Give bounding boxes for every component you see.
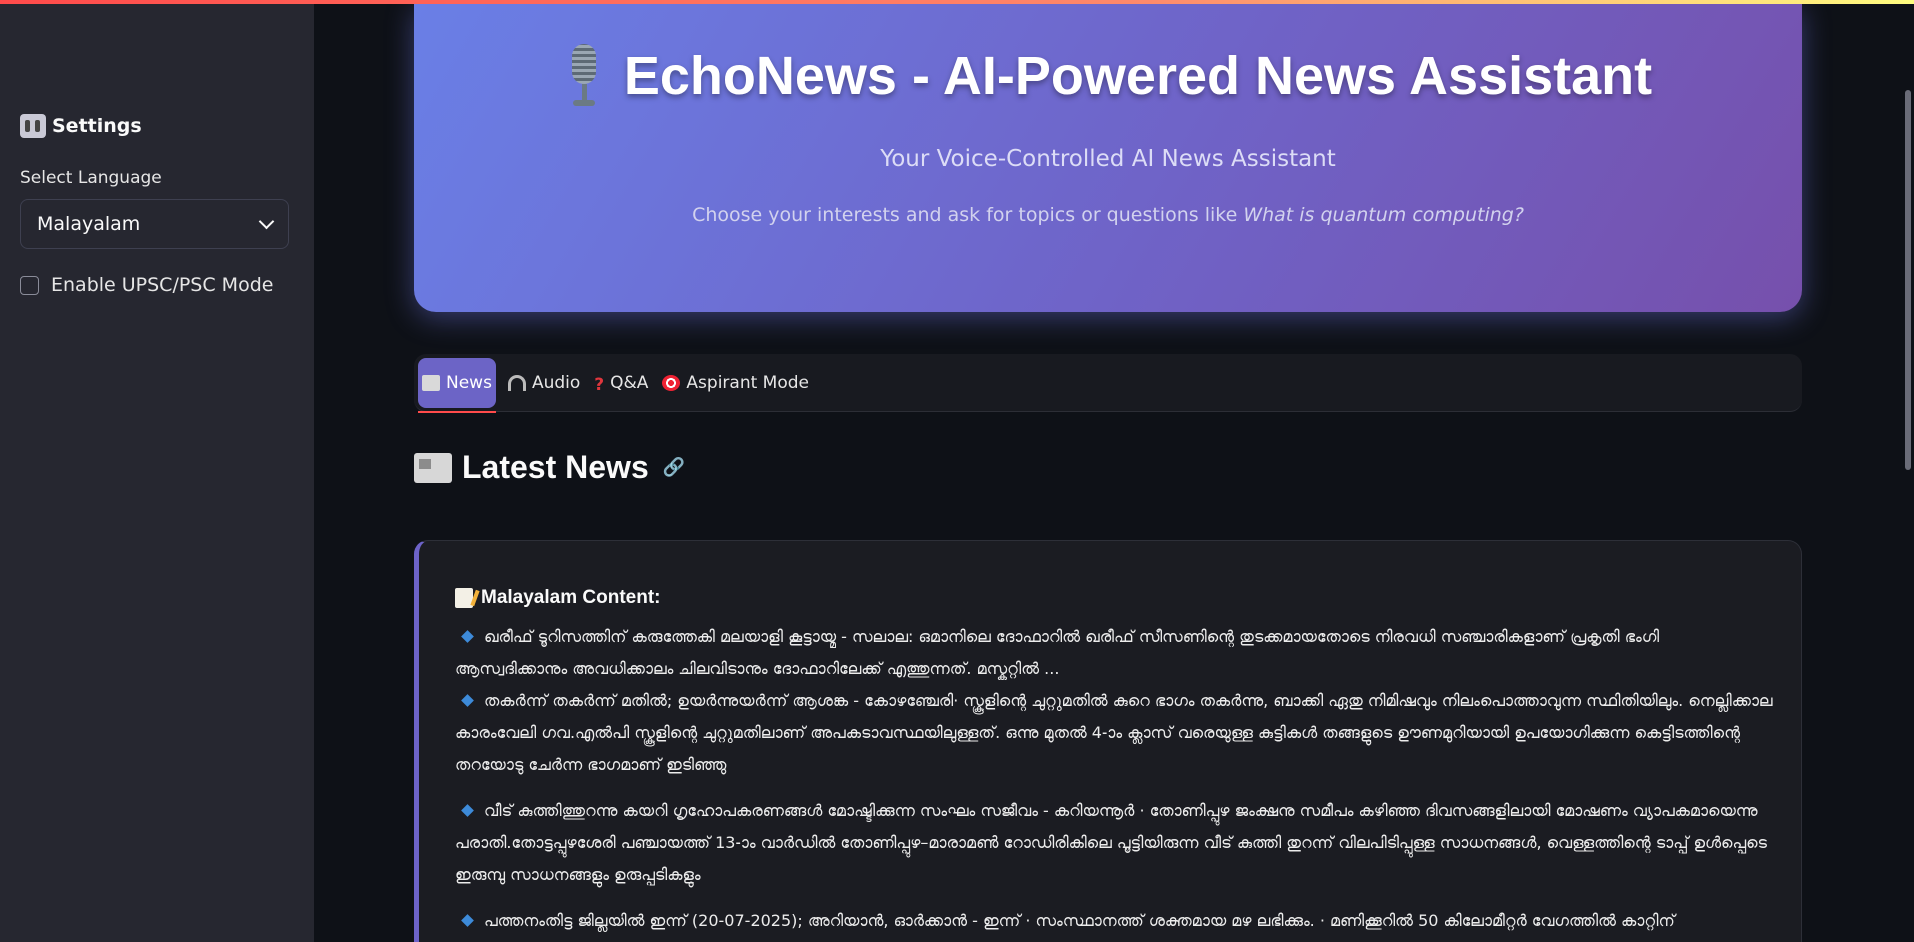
bullet-diamond-icon (461, 630, 474, 643)
question-icon: ? (594, 374, 605, 395)
microphone-icon (564, 44, 604, 108)
tab-aspirant-mode[interactable]: Aspirant Mode (660, 358, 811, 408)
tab-aspirant-mode-label: Aspirant Mode (686, 372, 809, 393)
main-content: EchoNews - AI-Powered News Assistant You… (314, 4, 1914, 942)
card-heading-text: Malayalam Content: (481, 587, 661, 608)
bullet-diamond-icon (461, 694, 474, 707)
news-item-text: ഖരീഫ് ടൂറിസത്തിന് കരുത്തേകി മലയാളി കൂട്ട… (455, 627, 1660, 678)
bullet-diamond-icon (461, 804, 474, 817)
newspaper-icon (422, 374, 440, 391)
tab-audio[interactable]: Audio (506, 358, 582, 408)
hero-banner: EchoNews - AI-Powered News Assistant You… (414, 4, 1802, 312)
language-selected-value: Malayalam (37, 213, 141, 235)
tab-news[interactable]: News (418, 357, 496, 413)
news-card: Malayalam Content: ഖരീഫ് ടൂറിസത്തിന് കരു… (414, 540, 1802, 942)
page-title-text: EchoNews - AI-Powered News Assistant (623, 46, 1653, 106)
upsc-mode-label: Enable UPSC/PSC Mode (51, 274, 274, 296)
chevron-down-icon (258, 213, 275, 229)
list-item: വീട് കുത്തിത്തുറന്നു കയറി ഗൃഹോപകരണങ്ങൾ മ… (455, 795, 1775, 891)
scrollbar[interactable] (1902, 4, 1914, 942)
tab-bar: News Audio ? Q&A Aspirant Mode (414, 354, 1802, 413)
list-item: തകർന്ന് തകർന്ന് മതിൽ; ഉയർന്നുയർന്ന് ആശങ്… (455, 685, 1775, 781)
language-select[interactable]: Malayalam (20, 199, 289, 249)
link-icon[interactable]: 🔗 (663, 457, 685, 478)
memo-icon (455, 588, 473, 608)
hero-description-text: Choose your interests and ask for topics… (692, 204, 1244, 226)
tab-qa[interactable]: ? Q&A (592, 358, 650, 408)
news-item-text: പത്തനംതിട്ട ജില്ലയിൽ ഇന്ന് (20-07-2025);… (484, 911, 1675, 930)
hero-description: Choose your interests and ask for topics… (414, 204, 1802, 226)
news-item-text: വീട് കുത്തിത്തുറന്നു കയറി ഗൃഹോപകരണങ്ങൾ മ… (455, 801, 1767, 884)
bullet-diamond-icon (461, 914, 474, 927)
headphones-icon (507, 374, 526, 391)
language-label: Select Language (20, 168, 162, 188)
hero-subtitle: Your Voice-Controlled AI News Assistant (880, 146, 1336, 172)
tab-audio-label: Audio (531, 372, 581, 393)
news-list: ഖരീഫ് ടൂറിസത്തിന് കരുത്തേകി മലയാളി കൂട്ട… (455, 621, 1775, 937)
newspaper-icon (414, 452, 452, 483)
sidebar-title-text: Settings (52, 115, 142, 137)
upsc-mode-toggle[interactable]: Enable UPSC/PSC Mode (20, 274, 273, 296)
sidebar-title: Settings (20, 114, 142, 138)
card-heading: Malayalam Content: (455, 587, 660, 609)
target-icon (662, 374, 681, 391)
scrollbar-thumb[interactable] (1905, 90, 1911, 470)
section-heading-text: Latest News (462, 449, 649, 485)
list-item: പത്തനംതിട്ട ജില്ലയിൽ ഇന്ന് (20-07-2025);… (455, 905, 1775, 937)
tab-news-label: News (446, 372, 492, 393)
control-knobs-icon (20, 114, 46, 138)
upsc-mode-checkbox[interactable] (20, 275, 39, 295)
list-item: ഖരീഫ് ടൂറിസത്തിന് കരുത്തേകി മലയാളി കൂട്ട… (455, 621, 1775, 685)
page-title: EchoNews - AI-Powered News Assistant (414, 44, 1802, 108)
section-heading: Latest News 🔗 (414, 449, 685, 486)
hero-description-example: What is quantum computing? (1243, 204, 1524, 226)
news-item-text: തകർന്ന് തകർന്ന് മതിൽ; ഉയർന്നുയർന്ന് ആശങ്… (455, 691, 1773, 774)
tab-qa-label: Q&A (610, 372, 649, 393)
sidebar: Settings Select Language Malayalam Enabl… (0, 4, 314, 942)
